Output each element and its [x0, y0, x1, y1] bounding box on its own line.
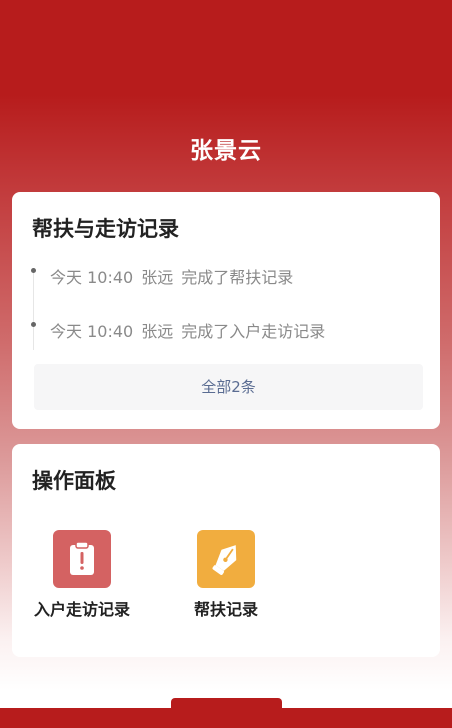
record-time: 今天 10:40 [50, 268, 134, 287]
records-card-title: 帮扶与走访记录 [32, 217, 179, 241]
record-timeline: 今天 10:40 张远 完成了帮扶记录 今天 10:40 张远 完成了入户走访记录 [31, 262, 422, 350]
pen-nib-icon [197, 530, 255, 588]
timeline-item[interactable]: 今天 10:40 张远 完成了帮扶记录 [31, 264, 422, 288]
timeline-item[interactable]: 今天 10:40 张远 完成了入户走访记录 [31, 318, 422, 342]
timeline-text: 今天 10:40 张远 完成了入户走访记录 [50, 318, 333, 342]
record-time: 今天 10:40 [50, 322, 134, 341]
operation-panel-title: 操作面板 [32, 469, 116, 493]
assistance-record-button[interactable]: 帮扶记录 [171, 530, 281, 620]
view-all-records-button[interactable]: 全部2条 [34, 364, 423, 410]
timeline-text: 今天 10:40 张远 完成了帮扶记录 [50, 264, 301, 288]
record-person: 张远 [141, 322, 174, 341]
home-visit-record-button[interactable]: 入户走访记录 [27, 530, 137, 620]
records-card: 帮扶与走访记录 今天 10:40 张远 完成了帮扶记录 今天 10:40 张远 完成了入… [12, 192, 440, 429]
operation-panel-card: 操作面板 入户走访记录 帮扶记录 [12, 444, 440, 657]
page-title: 张景云 [190, 138, 262, 164]
clipboard-alert-icon [53, 530, 111, 588]
timeline-dot-icon [31, 322, 36, 327]
timeline-dot-icon [31, 268, 36, 273]
record-action: 完成了帮扶记录 [181, 268, 294, 287]
bottom-action-button[interactable] [171, 698, 282, 728]
record-person: 张远 [141, 268, 174, 287]
assistance-record-label: 帮扶记录 [193, 600, 258, 619]
record-action: 完成了入户走访记录 [181, 322, 326, 341]
home-visit-record-label: 入户走访记录 [33, 600, 130, 619]
